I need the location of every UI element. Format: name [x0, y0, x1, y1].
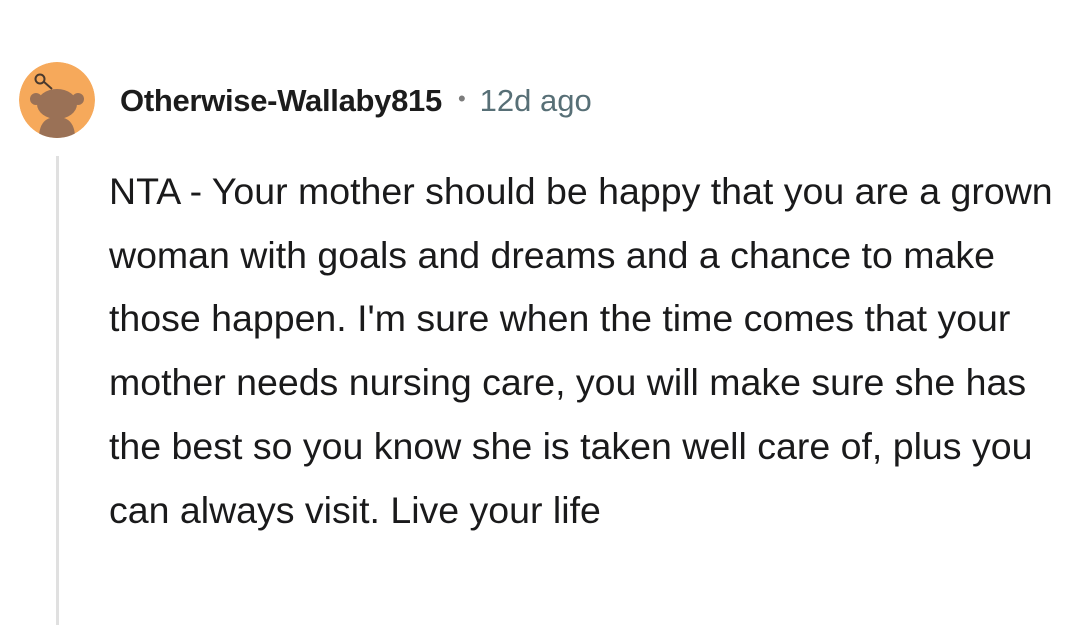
author-name[interactable]: Otherwise-Wallaby815	[120, 83, 442, 119]
snoo-avatar-icon	[19, 62, 95, 138]
comment-body: NTA - Your mother should be happy that y…	[109, 170, 1053, 531]
thread-line[interactable]	[56, 156, 59, 625]
comment-meta: Otherwise-Wallaby815 • 12d ago	[120, 80, 592, 122]
meta-separator: •	[457, 86, 466, 111]
avatar[interactable]	[19, 62, 95, 138]
comment: Otherwise-Wallaby815 • 12d ago NTA - You…	[0, 0, 1079, 625]
timestamp: 12d ago	[479, 83, 592, 118]
